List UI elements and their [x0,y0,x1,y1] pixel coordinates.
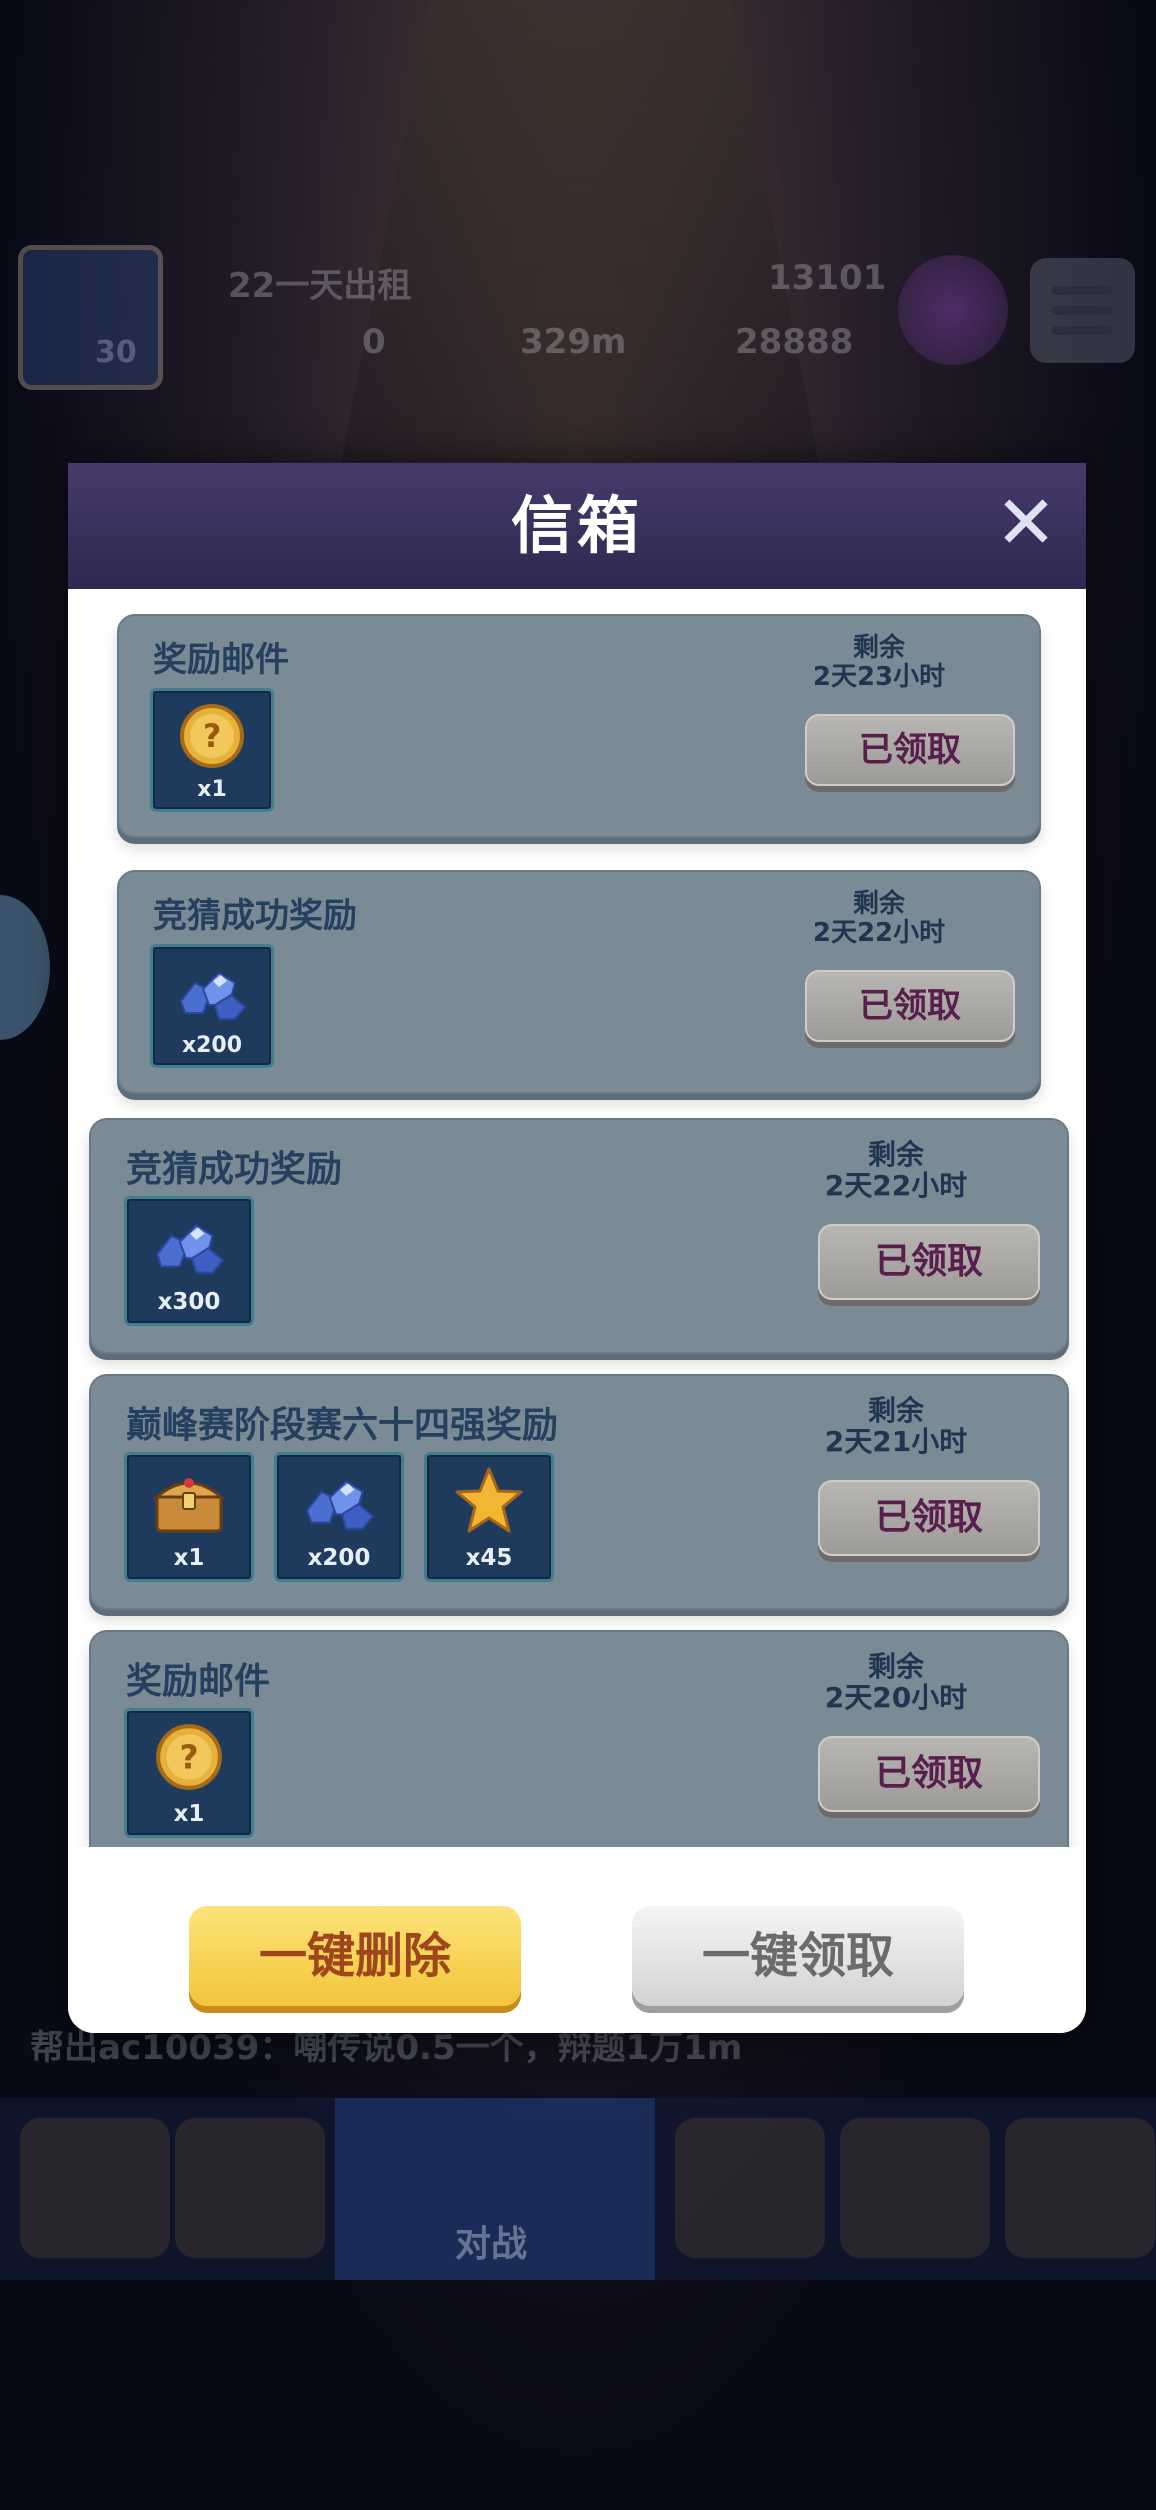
remaining-time: 剩余 2天22小时 [789,890,969,947]
remaining-label: 剩余 [867,1138,924,1171]
reward-item-slot[interactable]: x200 [150,944,274,1068]
item-count: x200 [181,1033,243,1058]
svg-text:?: ? [179,1737,198,1776]
delete-all-button[interactable]: 一键删除 [189,1906,521,2006]
item-count: x1 [173,1801,205,1827]
gem-pile-icon [306,1480,375,1530]
remaining-label: 剩余 [852,633,905,663]
remaining-value: 2天22小时 [812,917,946,948]
coin-count: 0 [362,322,386,362]
remaining-time: 剩余 2天21小时 [801,1394,991,1458]
distance-value: 329m [520,322,627,362]
claimed-button[interactable]: 已领取 [805,714,1015,786]
shop-nav-icon [20,2118,170,2258]
remaining-value: 2天23小时 [812,661,946,692]
remaining-time: 剩余 2天20小时 [801,1650,991,1714]
reward-item-slot[interactable]: x45 [424,1452,554,1582]
mail-item[interactable]: 奖励邮件 剩余 2天23小时 已领取 ? x1 [117,614,1041,838]
item-count: x45 [465,1545,513,1571]
mail-item[interactable]: 奖励邮件 剩余 2天20小时 已领取 ? x1 [89,1630,1069,1847]
mystery-coin-icon: ? [180,704,244,768]
player-avatar [18,245,163,390]
close-button[interactable]: ✕ [986,483,1066,563]
mail-title: 竞猜成功奖励 [126,1149,343,1190]
gem-pile-icon [156,1224,225,1274]
trophy-count: 13101 [768,258,887,298]
whistle-nav-icon [675,2118,825,2258]
mail-list[interactable]: 奖励邮件 剩余 2天23小时 已领取 ? x1 竞猜成功奖励 剩余 2天22小时 [68,589,1086,1847]
remaining-value: 2天21小时 [824,1424,968,1458]
reward-item-slot[interactable]: x300 [124,1196,254,1326]
claim-all-button[interactable]: 一键领取 [632,1906,964,2006]
mail-title: 奖励邮件 [126,1661,271,1702]
remaining-time: 剩余 2天22小时 [801,1138,991,1202]
mail-item[interactable]: 巅峰赛阶段赛六十四强奖励 剩余 2天21小时 已领取 x1 x200 x45 [89,1374,1069,1610]
gem-count: 28888 [735,322,854,362]
dialog-title: 信箱 [510,489,643,562]
mailbox-dialog: 信箱 ✕ 奖励邮件 剩余 2天23小时 已领取 ? x1 竞猜成功奖励 剩余 2… [68,463,1086,2033]
social-nav-icon [1005,2118,1155,2258]
player-level: 30 [95,335,137,370]
remaining-label: 剩余 [867,1394,924,1427]
mystery-coin-icon: ? [156,1724,222,1790]
claimed-button[interactable]: 已领取 [805,970,1015,1042]
remaining-value: 2天20小时 [824,1680,968,1714]
mail-item[interactable]: 竞猜成功奖励 剩余 2天22小时 已领取 x300 [89,1118,1069,1354]
remaining-label: 剩余 [867,1650,924,1683]
treasure-chest-icon [153,1478,225,1533]
mail-item[interactable]: 竞猜成功奖励 剩余 2天22小时 已领取 x200 [117,870,1041,1094]
bag-nav-icon [175,2118,325,2258]
battle-nav-label: 对战 [455,2224,528,2265]
star-icon [455,1467,523,1533]
remaining-label: 剩余 [852,889,905,919]
reward-item-slot[interactable]: x1 [124,1452,254,1582]
reward-item-slot[interactable]: ? x1 [150,688,274,812]
claimed-button[interactable]: 已领取 [818,1736,1040,1812]
item-count: x1 [173,1545,205,1571]
remaining-time: 剩余 2天23小时 [789,634,969,691]
planet-nav-icon [840,2118,990,2258]
reward-item-slot[interactable]: ? x1 [124,1708,254,1838]
item-count: x1 [197,777,227,802]
remaining-value: 2天22小时 [824,1168,968,1202]
item-count: x300 [157,1289,221,1315]
reward-item-slot[interactable]: x200 [274,1452,404,1582]
mail-title: 奖励邮件 [153,640,289,680]
mail-title: 巅峰赛阶段赛六十四强奖励 [126,1405,559,1446]
gem-pile-icon [179,971,247,1020]
claimed-button[interactable]: 已领取 [818,1480,1040,1556]
player-location: 22一天出租 [228,266,412,306]
svg-text:?: ? [203,717,222,755]
close-icon: ✕ [994,480,1057,566]
menu-button [1030,258,1135,363]
claimed-button[interactable]: 已领取 [818,1224,1040,1300]
bottom-nav [0,2098,1156,2280]
mail-title: 竞猜成功奖励 [153,896,357,936]
rank-medal-icon [898,255,1008,365]
item-count: x200 [307,1545,371,1571]
